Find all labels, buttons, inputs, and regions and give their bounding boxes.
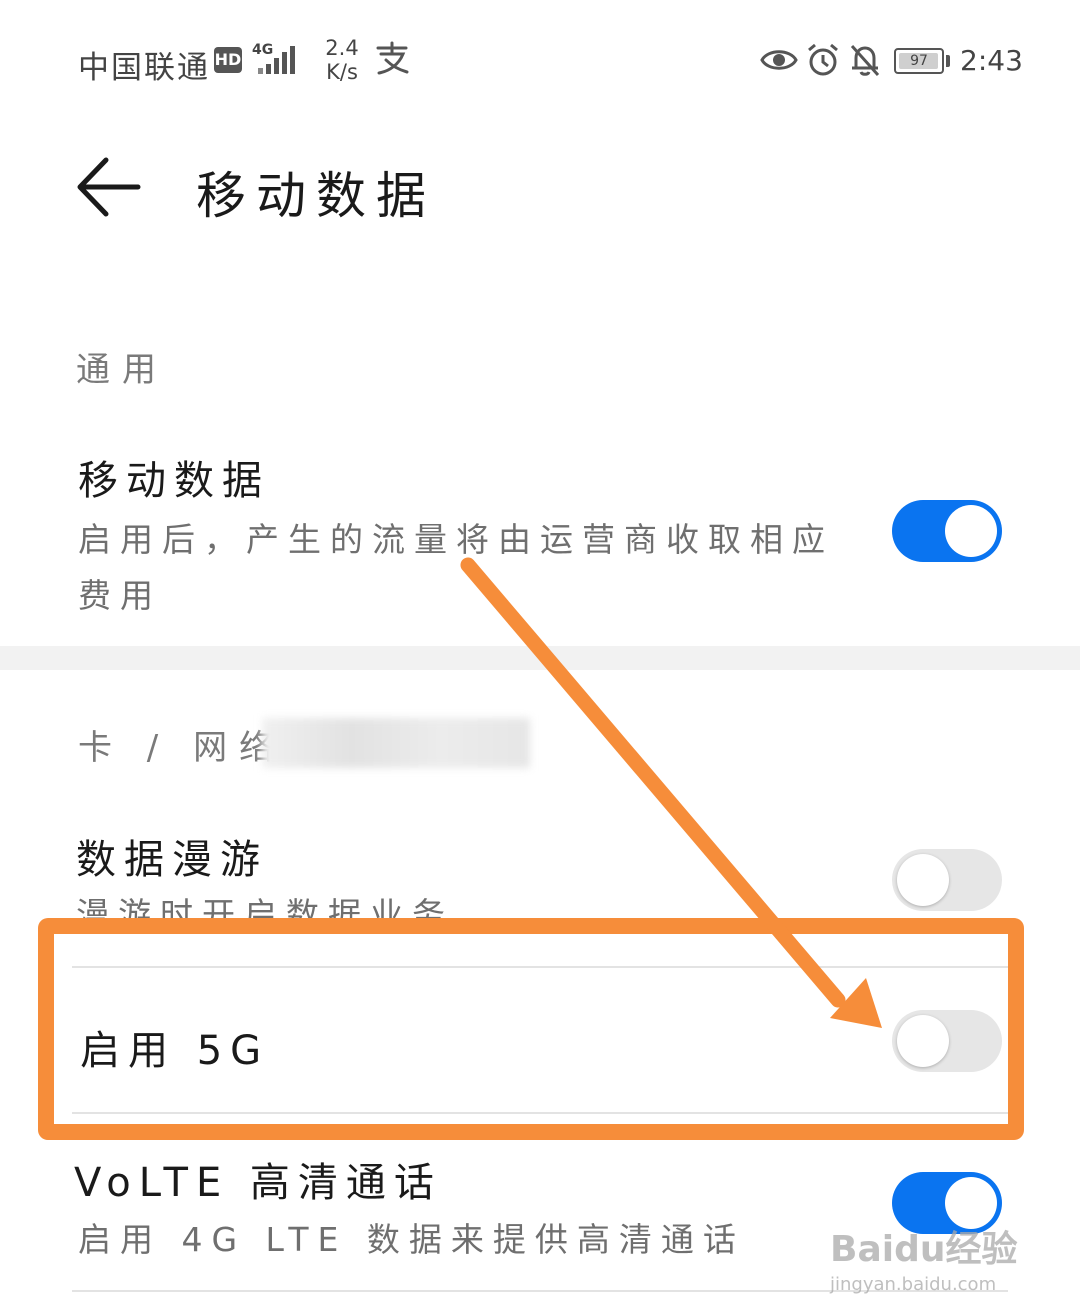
section-general-label: 通用 — [76, 350, 168, 390]
clock: 2:43 — [960, 44, 1023, 77]
alipay-icon — [376, 41, 409, 75]
status-bar: 中国联通 HD 4G 2.4 K/s 97 2:43 — [0, 0, 1080, 120]
data-roaming-title: 数据漫游 — [76, 837, 268, 883]
watermark-logo: Baidu经验 — [830, 1229, 1018, 1270]
baidu-watermark: Baidu经验 jingyan.baidu.com — [830, 1220, 1030, 1295]
battery-icon: 97 — [894, 48, 944, 74]
bell-off-icon — [850, 44, 880, 77]
alarm-icon — [808, 43, 838, 76]
highlight-box — [38, 918, 1024, 1140]
section-divider — [0, 646, 1080, 670]
back-arrow-icon[interactable] — [72, 154, 142, 220]
volte-title: VoLTE 高清通话 — [74, 1160, 442, 1206]
mobile-data-toggle[interactable] — [892, 500, 1002, 562]
network-speed: 2.4 K/s — [322, 36, 362, 84]
speed-value: 2.4 — [325, 36, 359, 60]
battery-level: 97 — [910, 53, 928, 69]
section-card-network-label: 卡 / 网络 — [78, 728, 286, 768]
watermark-url: jingyan.baidu.com — [830, 1274, 997, 1295]
blurred-sim-info — [262, 718, 530, 768]
toggle-knob — [897, 854, 949, 906]
toggle-knob — [945, 505, 997, 557]
data-roaming-toggle[interactable] — [892, 849, 1002, 911]
eye-icon — [760, 50, 798, 70]
volte-subtitle: 启用 4G LTE 数据来提供高清通话 — [78, 1220, 745, 1259]
page-title: 移动数据 — [196, 167, 436, 225]
data-roaming-row[interactable]: 数据漫游 漫游时开启数据业务 — [0, 815, 1080, 925]
mobile-data-title: 移动数据 — [78, 458, 270, 504]
speed-unit: K/s — [326, 60, 358, 84]
battery-tip — [946, 55, 950, 67]
carrier-name: 中国联通 — [78, 50, 210, 86]
mobile-data-subtitle: 启用后，产生的流量将由运营商收取相应费用 — [78, 520, 834, 615]
signal-icon — [258, 46, 295, 74]
hd-badge: HD — [214, 47, 242, 73]
mobile-data-row[interactable]: 移动数据 启用后，产生的流量将由运营商收取相应费用 — [0, 430, 1080, 630]
